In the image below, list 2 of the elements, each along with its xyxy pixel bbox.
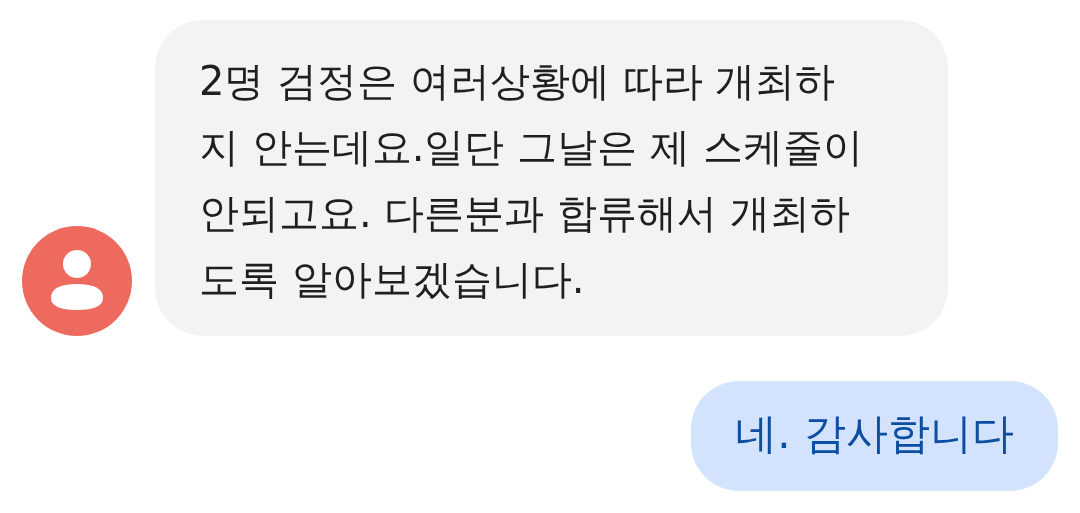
- message-bubble: 2명 검정은 여러상황에 따라 개최하지 안는데요.일단 그날은 제 스케줄이 안되고요. 다른분과 합류해서 개최하도록 알아보겠습니다.: [155, 20, 948, 336]
- message-bubble: 네. 감사합니다: [691, 381, 1058, 491]
